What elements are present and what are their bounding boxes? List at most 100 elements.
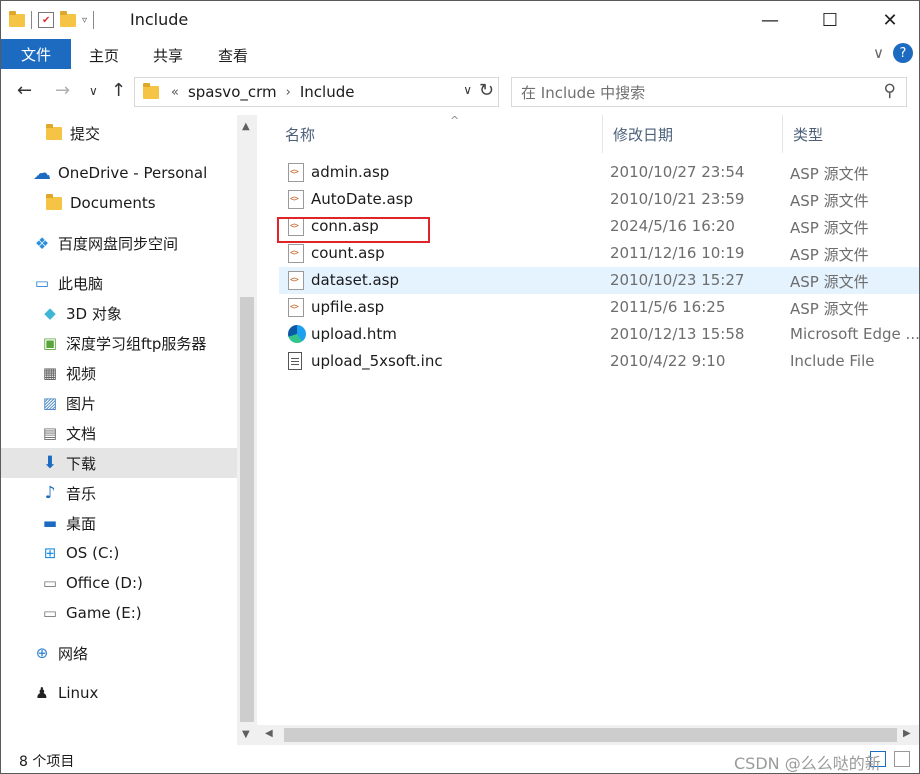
tab-share[interactable]: 共享 [153, 45, 183, 66]
sidebar-item-3d-objects[interactable]: ◆ 3D 对象 [1, 298, 237, 328]
sidebar-item-label: 深度学习组ftp服务器 [66, 334, 207, 353]
column-label: 修改日期 [613, 125, 674, 144]
chevron-right-icon[interactable]: › [286, 85, 291, 100]
breadcrumb-include[interactable]: Include [300, 83, 355, 101]
column-header-name[interactable]: 名称 ^ [275, 114, 603, 153]
file-explorer-window: ✔ ▿ Include — ☐ ✕ 文件 主页 共享 查看 ∨ ? ← → ∨ … [0, 0, 920, 774]
back-icon[interactable]: ← [17, 80, 32, 101]
title-bar: ✔ ▿ Include — ☐ ✕ [1, 1, 919, 39]
file-row[interactable]: upfile.asp 2011/5/6 16:25 ASP 源文件 [279, 294, 919, 321]
item-count: 8 个项目 [19, 754, 75, 770]
scrollbar-thumb[interactable] [240, 297, 254, 722]
sidebar-item-tijiao[interactable]: 提交 [1, 118, 237, 148]
sidebar-item-pictures[interactable]: ▨ 图片 [1, 388, 237, 418]
scroll-down-icon[interactable]: ▼ [242, 729, 250, 740]
sidebar-item-network[interactable]: ⊕ 网络 [1, 638, 237, 668]
divider [93, 11, 95, 29]
folder-icon [9, 10, 25, 27]
annotation-highlight-box [277, 217, 430, 243]
sidebar-item-label: 下载 [66, 454, 97, 473]
sidebar-item-documents[interactable]: ▤ 文档 [1, 418, 237, 448]
edge-icon [288, 325, 306, 344]
file-row[interactable]: count.asp 2011/12/16 10:19 ASP 源文件 [279, 240, 919, 267]
scroll-up-icon[interactable]: ▲ [242, 121, 250, 132]
help-icon[interactable]: ? [893, 43, 913, 63]
sidebar-item-this-pc[interactable]: ▭ 此电脑 [1, 268, 237, 298]
sort-ascending-icon: ^ [450, 114, 460, 127]
navigation-pane: 提交 ☁ OneDrive - Personal Documents ❖ 百度网… [1, 115, 237, 745]
search-icon[interactable]: ⚲ [884, 81, 896, 101]
search-input[interactable]: 在 Include 中搜索 ⚲ [511, 77, 907, 107]
tab-home[interactable]: 主页 [89, 45, 119, 66]
horizontal-scrollbar[interactable]: ◀ ▶ [257, 725, 919, 745]
divider [31, 11, 32, 29]
column-label: 名称 [285, 125, 316, 144]
asp-file-icon [288, 298, 304, 317]
network-location-icon: ▣ [42, 334, 58, 352]
sidebar-item-music[interactable]: ♪ 音乐 [1, 478, 237, 508]
drive-icon: ▭ [42, 574, 58, 592]
scrollbar-thumb[interactable] [284, 728, 897, 742]
navigation-bar: ← → ∨ ↑ « spasvo_crm › Include ∨ ↻ 在 Inc… [1, 69, 919, 115]
recent-locations-icon[interactable]: ∨ [89, 84, 98, 98]
network-icon: ⊕ [35, 644, 49, 662]
onedrive-icon: ☁ [33, 162, 51, 184]
sidebar-item-label: Game (E:) [66, 604, 142, 622]
pictures-icon: ▨ [42, 394, 58, 412]
asp-file-icon [288, 271, 304, 290]
maximize-button[interactable]: ☐ [807, 1, 853, 39]
sidebar-item-label: Office (D:) [66, 574, 143, 592]
3d-objects-icon: ◆ [44, 304, 56, 322]
close-button[interactable]: ✕ [867, 1, 913, 39]
file-name: dataset.asp [311, 271, 400, 289]
file-name: upload_5xsoft.inc [311, 352, 443, 370]
tab-view[interactable]: 查看 [218, 45, 248, 66]
column-header-date[interactable]: 修改日期 [603, 115, 783, 153]
sidebar-item-label: 视频 [66, 364, 97, 383]
new-folder-icon[interactable] [60, 10, 76, 27]
baidu-netdisk-icon: ❖ [34, 233, 50, 253]
scroll-left-icon[interactable]: ◀ [265, 728, 273, 739]
sidebar-item-drive-c[interactable]: ⊞ OS (C:) [1, 538, 237, 568]
tab-file[interactable]: 文件 [1, 39, 71, 69]
minimize-button[interactable]: — [747, 1, 793, 39]
sidebar-scrollbar[interactable]: ▲ ▼ [237, 115, 257, 745]
windows-drive-icon: ⊞ [43, 544, 57, 562]
file-row[interactable]: dataset.asp 2010/10/23 15:27 ASP 源文件 [279, 267, 919, 294]
sidebar-item-downloads[interactable]: ⬇ 下载 [1, 448, 237, 478]
sidebar-item-onedrive[interactable]: ☁ OneDrive - Personal [1, 158, 237, 188]
this-pc-icon: ▭ [34, 274, 50, 292]
column-header-type[interactable]: 类型 [783, 115, 919, 153]
sidebar-item-drive-e[interactable]: ▭ Game (E:) [1, 598, 237, 628]
sidebar-item-label: 音乐 [66, 484, 97, 503]
sidebar-item-ftp-server[interactable]: ▣ 深度学习组ftp服务器 [1, 328, 237, 358]
sidebar-item-drive-d[interactable]: ▭ Office (D:) [1, 568, 237, 598]
column-label: 类型 [793, 125, 824, 144]
customize-qat-icon[interactable]: ▿ [82, 15, 87, 26]
sidebar-item-baidu-netdisk[interactable]: ❖ 百度网盘同步空间 [1, 228, 237, 258]
sidebar-item-videos[interactable]: ▦ 视频 [1, 358, 237, 388]
file-name: AutoDate.asp [311, 190, 413, 208]
expand-ribbon-icon[interactable]: ∨ [873, 44, 884, 62]
sidebar-item-linux[interactable]: ♟ Linux [1, 678, 237, 708]
breadcrumb-spasvo-crm[interactable]: spasvo_crm [188, 83, 277, 101]
up-icon[interactable]: ↑ [111, 80, 126, 101]
large-icons-view-icon[interactable] [894, 751, 910, 767]
sidebar-item-desktop[interactable]: ▬ 桌面 [1, 508, 237, 538]
refresh-icon[interactable]: ↻ [479, 80, 494, 101]
file-row[interactable]: upload_5xsoft.inc 2010/4/22 9:10 Include… [279, 348, 919, 375]
address-dropdown-icon[interactable]: ∨ [463, 83, 472, 97]
sidebar-item-label: 提交 [70, 124, 101, 143]
properties-icon[interactable]: ✔ [38, 12, 54, 28]
breadcrumb-overflow[interactable]: « [171, 85, 179, 100]
file-row[interactable]: admin.asp 2010/10/27 23:54 ASP 源文件 [279, 159, 919, 186]
forward-icon[interactable]: → [55, 80, 70, 101]
sidebar-item-documents-onedrive[interactable]: Documents [1, 188, 237, 218]
folder-icon [143, 82, 159, 99]
file-row[interactable]: AutoDate.asp 2010/10/21 23:59 ASP 源文件 [279, 186, 919, 213]
file-name: upload.htm [311, 325, 397, 343]
sidebar-item-label: 文档 [66, 424, 97, 443]
file-row[interactable]: upload.htm 2010/12/13 15:58 Microsoft Ed… [279, 321, 919, 348]
scroll-right-icon[interactable]: ▶ [903, 728, 911, 739]
address-bar[interactable]: « spasvo_crm › Include ∨ ↻ [134, 77, 499, 107]
